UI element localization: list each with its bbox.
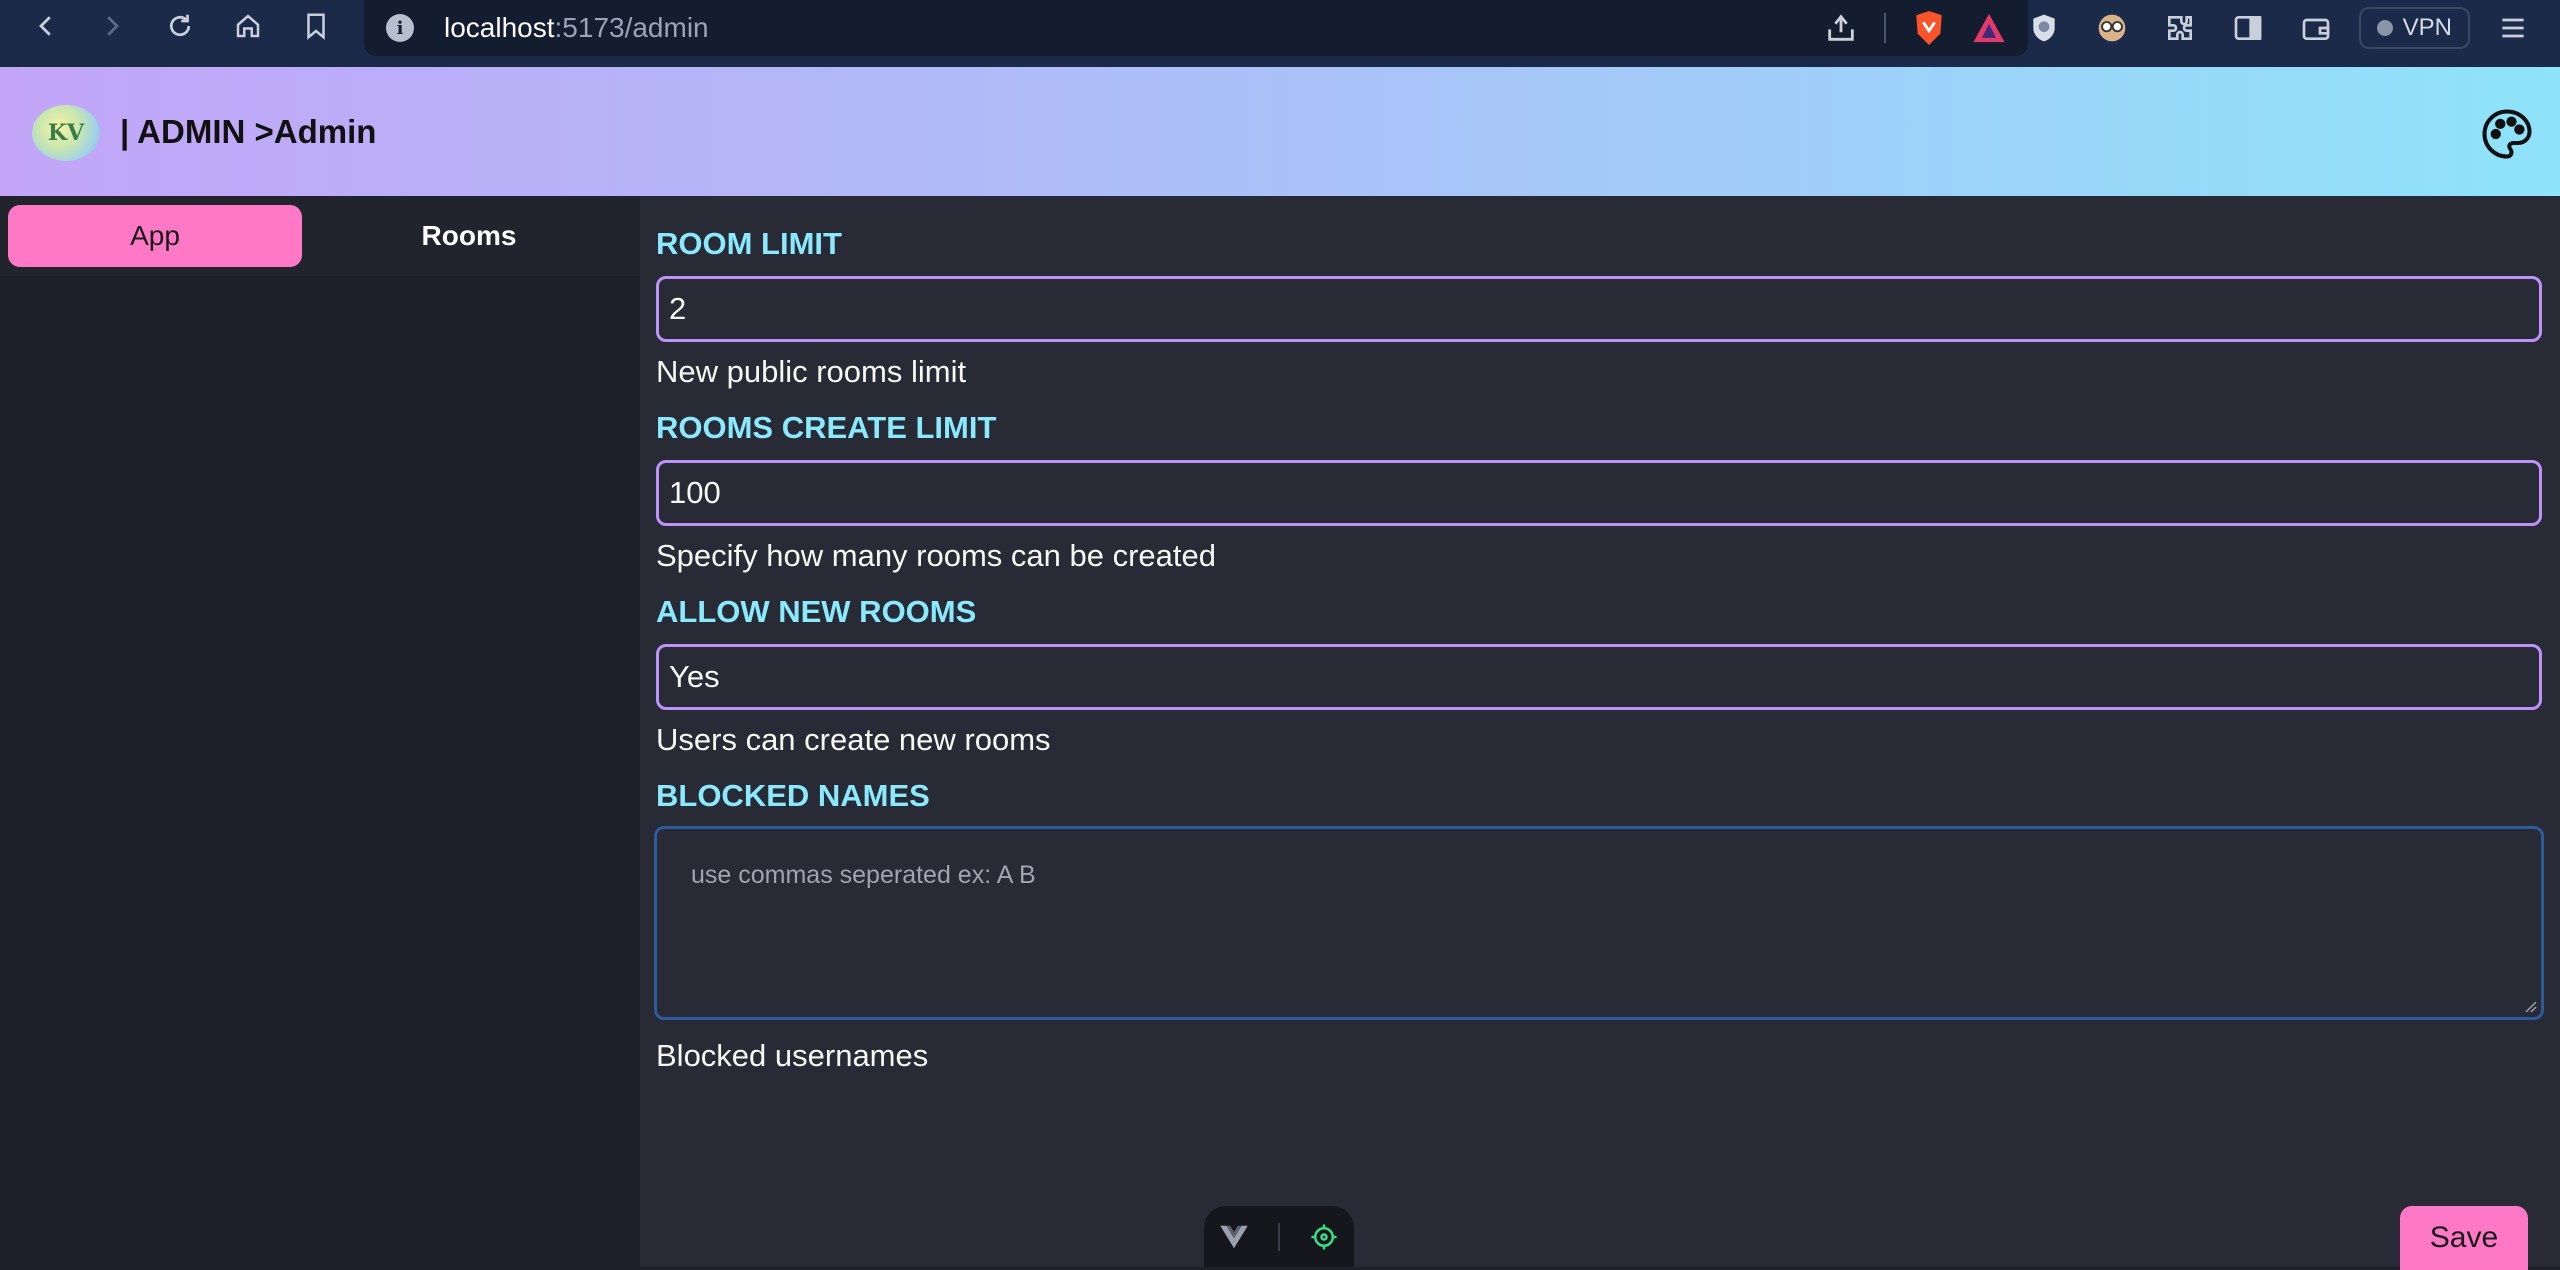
app-logo[interactable]: KV [32,105,100,161]
sidebar: App Rooms [0,196,640,1267]
blocked-names-placeholder: use commas seperated ex: A B [691,861,1036,889]
rooms-create-limit-label: ROOMS CREATE LIMIT [656,410,997,445]
tab-rooms[interactable]: Rooms [322,205,616,267]
sidebar-toggle-button[interactable] [2223,3,2273,53]
resize-grip-icon[interactable] [2521,997,2537,1013]
reload-icon [169,14,191,37]
extension-avatar[interactable] [2087,3,2137,53]
vpn-label: VPN [2402,14,2452,41]
wallet-icon [2302,18,2329,40]
forward-button[interactable] [82,0,142,52]
url-path: :5173/admin [554,12,709,43]
devtools-separator [1277,1222,1280,1251]
devtools-bar [1204,1206,1354,1267]
url-text: localhost:5173/admin [444,12,709,44]
brave-shield-icon[interactable] [1912,9,1946,47]
browser-toolbar: i localhost:5173/admin VPN [0,0,2560,67]
settings-form: ROOM LIMIT 2 New public rooms limit ROOM… [640,196,2560,1270]
hamburger-menu-icon [2502,18,2524,38]
shield-extension-icon [2032,14,2055,42]
blocked-names-textarea[interactable]: use commas seperated ex: A B [654,826,2544,1020]
home-button[interactable] [218,0,278,52]
wallet-button[interactable] [2291,3,2341,53]
palette-icon[interactable] [2480,107,2534,161]
chevron-left-icon [39,16,51,36]
site-info-icon[interactable]: i [386,14,414,42]
blocked-names-label: BLOCKED NAMES [656,778,930,813]
puzzle-icon [2167,16,2192,40]
vpn-status-icon [2376,20,2393,36]
share-icon[interactable] [1824,11,1858,45]
rooms-create-limit-help: Specify how many rooms can be created [656,538,1216,573]
reload-button[interactable] [150,0,210,52]
wallet-shield-extension[interactable] [2019,3,2069,53]
vue-logo-icon[interactable] [1219,1224,1249,1250]
chevron-right-icon [107,16,119,36]
back-button[interactable] [16,0,76,52]
logo-text: KV [47,120,85,146]
spy-glasses-icon [2098,14,2125,42]
address-bar[interactable]: i localhost:5173/admin [364,0,2028,56]
sidebar-tabs: App Rooms [0,196,640,276]
allow-new-rooms-select[interactable]: Yes [656,644,2542,710]
tab-app[interactable]: App [8,205,302,267]
menu-button[interactable] [2488,3,2538,53]
crosshair-icon[interactable] [1309,1222,1339,1252]
rooms-create-limit-input[interactable]: 100 [656,460,2542,526]
app-header: KV | ADMIN >Admin [0,67,2560,196]
sidebar-icon [2234,16,2261,40]
home-icon [236,14,260,38]
allow-new-rooms-label: ALLOW NEW ROOMS [656,594,977,629]
allow-new-rooms-help: Users can create new rooms [656,722,1051,757]
url-separator [1884,13,1886,43]
save-button[interactable]: Save [2400,1206,2528,1270]
room-limit-label: ROOM LIMIT [656,226,842,261]
room-limit-help: New public rooms limit [656,354,967,389]
extensions-button[interactable] [2155,3,2205,53]
vpn-button[interactable]: VPN [2358,7,2470,49]
room-limit-input[interactable]: 2 [656,276,2542,342]
bookmark-icon [307,13,325,40]
brave-rewards-icon[interactable] [1972,12,2006,44]
bookmark-button[interactable] [286,0,346,52]
page-title: | ADMIN >Admin [120,113,377,150]
url-host: localhost [444,12,555,43]
blocked-names-help: Blocked usernames [656,1038,929,1073]
